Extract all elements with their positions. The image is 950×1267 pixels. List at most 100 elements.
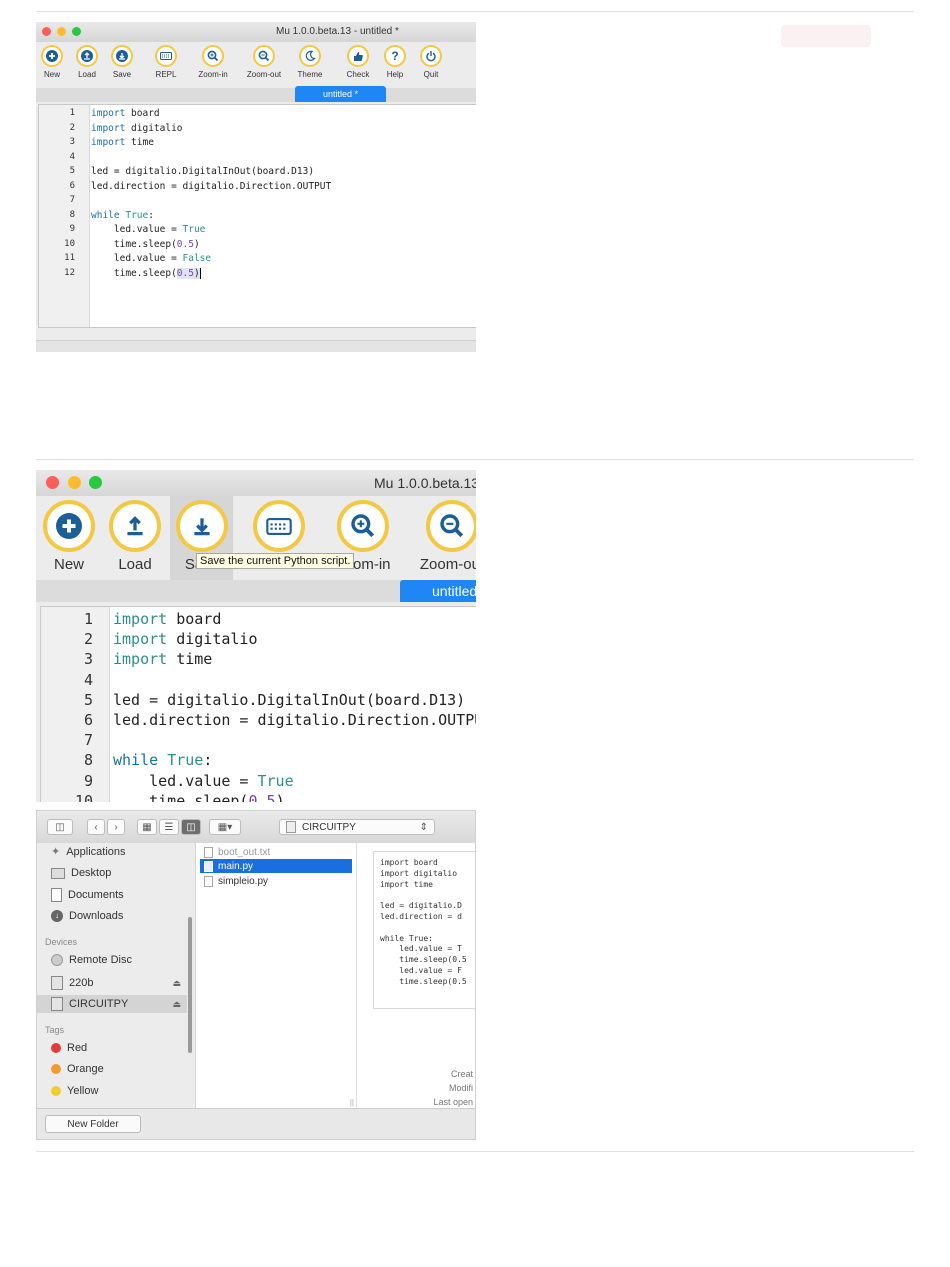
check-button[interactable]: Check [345, 45, 371, 79]
title-bar: Mu 1.0.0.beta.13 - untitled * [36, 22, 476, 42]
finder-window: ◫ ‹ › ▦ ☰ ◫ ▦▾ CIRCUITPY ⇕ ✦ Application… [36, 810, 476, 1140]
title-bar: Mu 1.0.0.beta.13 [36, 470, 476, 496]
zoom-out-button[interactable]: Zoom-out [246, 45, 282, 79]
file-item-main-py[interactable]: main.py [200, 859, 352, 873]
repl-button[interactable]: REPL [154, 45, 178, 79]
updown-chevron-icon: ⇕ [419, 821, 428, 833]
icon-view-button[interactable]: ▦ [137, 819, 157, 835]
line-number: 12 [64, 267, 75, 278]
line-number: 6 [83, 711, 93, 729]
arrange-button[interactable]: ▦▾ [209, 819, 241, 835]
theme-button[interactable]: Theme [296, 45, 324, 79]
new-button[interactable]: New [42, 500, 96, 573]
load-button[interactable]: Load [108, 500, 162, 573]
minimize-window-button[interactable] [68, 476, 81, 489]
zoom-window-button[interactable] [72, 27, 81, 36]
minimize-window-button[interactable] [57, 27, 66, 36]
code-line-10: time.sleep(0.5) [91, 238, 200, 250]
zoom-out-icon [426, 500, 476, 552]
new-label: New [53, 556, 84, 573]
sidebar-item-documents[interactable]: Documents [51, 888, 124, 902]
sidebar-toggle-button[interactable]: ◫ [47, 819, 73, 835]
line-number: 1 [69, 108, 75, 118]
divider-top [36, 11, 914, 12]
column-resize-handle[interactable]: || [350, 1098, 354, 1107]
file-name: simpleio.py [218, 875, 269, 887]
chevron-right-icon: › [114, 821, 118, 833]
line-number: 10 [64, 238, 75, 249]
close-window-button[interactable] [42, 27, 51, 36]
sidebar-item-applications[interactable]: ✦ Applications [51, 845, 126, 859]
zoom-out-button[interactable]: Zoom-out [416, 500, 476, 573]
location-label: CIRCUITPY [302, 821, 356, 833]
grid-icon: ▦ [142, 821, 152, 833]
forward-button[interactable]: › [107, 819, 125, 835]
list-view-button[interactable]: ☰ [159, 819, 179, 835]
location-popup[interactable]: CIRCUITPY ⇕ [279, 819, 435, 835]
tab-untitled[interactable]: untitled [400, 580, 476, 602]
tag-orange[interactable]: Orange [51, 1063, 104, 1075]
power-icon [420, 45, 442, 67]
back-button[interactable]: ‹ [87, 819, 105, 835]
tag-red[interactable]: Red [51, 1042, 87, 1054]
load-button[interactable]: Load [75, 45, 99, 79]
finder-bottom-bar: New Folder [37, 1108, 475, 1139]
thumbs-up-icon [347, 45, 369, 67]
meta-created: Creat [450, 1069, 473, 1079]
sidebar-item-label: CIRCUITPY [69, 998, 129, 1010]
quit-button[interactable]: Quit [419, 45, 443, 79]
document-icon [51, 888, 62, 902]
file-item-simpleio[interactable]: simpleio.py [200, 874, 352, 888]
code-line-3: import time [113, 650, 213, 669]
code-line-12: time.sleep(0.5) [91, 267, 201, 279]
zoom-window-button[interactable] [89, 476, 102, 489]
zoom-out-label: Zoom-out [419, 556, 476, 573]
code-line-11: led.value = False [91, 253, 212, 264]
line-number: 9 [69, 224, 75, 234]
code-editor[interactable]: 1 2 3 4 5 6 7 8 9 10 import board import… [40, 606, 476, 802]
python-file-icon [204, 860, 213, 872]
line-number: 4 [69, 151, 75, 162]
line-number: 8 [69, 209, 75, 220]
code-line-9: led.value = True [91, 224, 206, 235]
zoom-out-icon [253, 45, 275, 67]
code-line-1: import board [113, 610, 222, 628]
sidebar-item-desktop[interactable]: Desktop [51, 867, 111, 879]
preview-code: import board import digitalio import tim… [380, 858, 467, 986]
tag-yellow[interactable]: Yellow [51, 1085, 98, 1097]
zoom-in-icon [337, 500, 389, 552]
new-folder-button[interactable]: New Folder [45, 1115, 141, 1133]
sidebar-scrollbar[interactable] [188, 917, 192, 1053]
sidebar-item-remote-disc[interactable]: Remote Disc [51, 954, 132, 966]
tab-untitled[interactable]: untitled * [295, 86, 386, 102]
finder-toolbar: ◫ ‹ › ▦ ☰ ◫ ▦▾ CIRCUITPY ⇕ [37, 811, 475, 844]
line-number: 5 [83, 690, 93, 709]
sidebar-item-label: Remote Disc [69, 954, 132, 966]
list-icon: ☰ [164, 821, 174, 833]
line-number: 6 [69, 180, 75, 191]
code-line-6: led.direction = digitalio.Direction.OUTP… [91, 180, 332, 192]
tab-strip [36, 88, 476, 102]
upload-icon [109, 500, 161, 552]
eject-icon[interactable]: ⏏ [172, 999, 181, 1010]
zoom-in-button[interactable]: Zoom-in [198, 45, 228, 79]
save-button[interactable]: Save [110, 45, 134, 79]
help-button[interactable]: ? Help [383, 45, 407, 79]
code-editor[interactable]: 1 2 3 4 5 6 7 8 9 10 11 12 import board … [38, 104, 476, 328]
sidebar-item-220b[interactable]: 220b ⏏ [51, 976, 181, 990]
code-line-2: import digitalio [91, 122, 183, 134]
sidebar-item-downloads[interactable]: ↓ Downloads [51, 910, 123, 922]
column-view-button[interactable]: ◫ [181, 819, 201, 835]
keyboard-icon [253, 500, 305, 552]
eject-icon[interactable]: ⏏ [172, 978, 181, 989]
tag-label: Red [67, 1042, 88, 1054]
sidebar-item-label: Downloads [69, 910, 124, 922]
file-item-boot-out[interactable]: boot_out.txt [200, 845, 352, 859]
new-label: New [43, 70, 60, 79]
sidebar-item-circuitpy[interactable]: CIRCUITPY ⏏ [51, 997, 181, 1011]
drive-icon [286, 821, 296, 833]
theme-label: Theme [297, 70, 323, 79]
close-window-button[interactable] [46, 476, 59, 489]
new-button[interactable]: New [40, 45, 64, 79]
line-number: 9 [83, 771, 93, 790]
